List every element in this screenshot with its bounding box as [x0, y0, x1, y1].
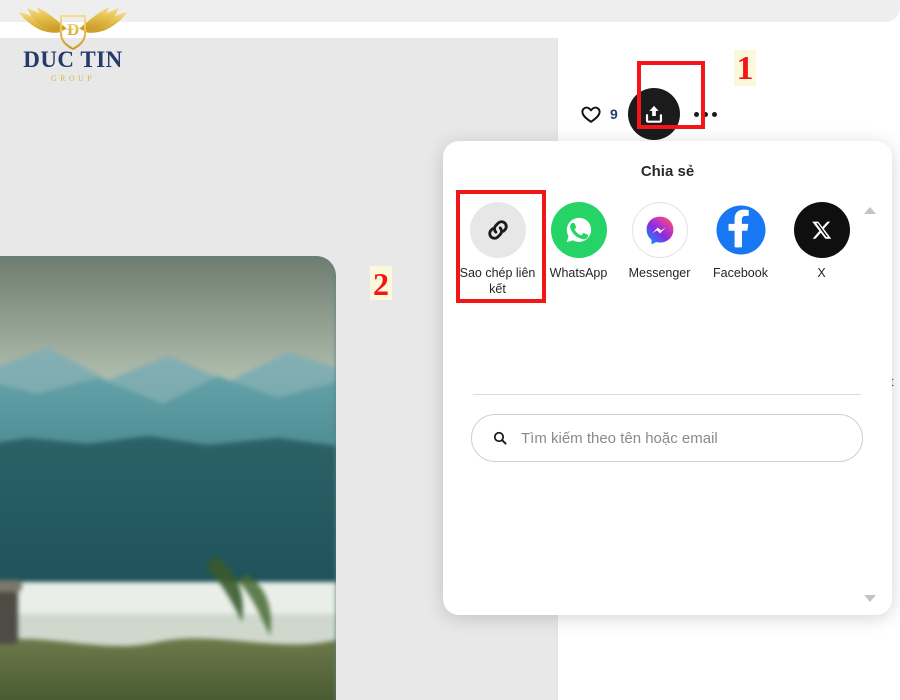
more-dot — [693, 111, 699, 117]
share-target-x[interactable]: X — [781, 194, 862, 297]
share-upload-icon — [645, 105, 662, 123]
share-target-label: WhatsApp — [549, 266, 608, 280]
more-dot — [711, 111, 717, 117]
post-photo-card[interactable] — [0, 256, 336, 700]
share-target-label: Sao chép liên kết — [459, 266, 536, 296]
link-chain-icon — [469, 202, 526, 258]
messenger-icon — [631, 202, 688, 258]
brand-name: DUC TIN — [23, 47, 123, 72]
svg-text:Ð: Ð — [67, 20, 79, 39]
x-twitter-icon — [793, 202, 850, 258]
share-targets-grid: Sao chép liên kết WhatsApp Messenger Fac… — [443, 180, 892, 297]
share-target-label: X — [817, 266, 826, 280]
app-root: Ð DUC TIN GROUP t 9 Chia sẻ — [0, 0, 900, 700]
brand-logo[interactable]: Ð DUC TIN GROUP — [8, 6, 138, 86]
post-action-row: 9 — [580, 88, 717, 140]
share-dialog: Chia sẻ Sao chép liên kết WhatsApp Messe… — [443, 141, 892, 615]
whatsapp-icon — [550, 202, 607, 258]
share-target-copy-link[interactable]: Sao chép liên kết — [457, 194, 538, 297]
share-target-facebook[interactable]: Facebook — [700, 194, 781, 297]
search-icon — [493, 431, 507, 445]
share-dialog-title: Chia sẻ — [640, 163, 695, 180]
share-search-field[interactable] — [471, 414, 863, 462]
triangle-down-icon[interactable] — [864, 595, 876, 602]
dialog-divider — [473, 394, 861, 395]
facebook-icon — [712, 202, 769, 258]
triangle-up-icon[interactable] — [864, 207, 876, 214]
share-target-whatsapp[interactable]: WhatsApp — [538, 194, 619, 297]
heart-outline-icon[interactable] — [580, 103, 602, 125]
like-count: 9 — [610, 106, 618, 122]
share-button[interactable] — [627, 88, 680, 140]
share-target-label: Messenger — [628, 266, 691, 280]
more-options-button[interactable] — [693, 111, 717, 117]
annotation-number-2: 2 — [370, 266, 392, 300]
brand-tagline: GROUP — [50, 74, 96, 83]
search-input[interactable] — [521, 429, 842, 447]
more-dot — [702, 111, 708, 117]
landscape-photo — [0, 256, 336, 700]
golden-wings-emblem-icon: Ð — [19, 7, 127, 50]
share-target-label: Facebook — [713, 266, 768, 280]
share-target-messenger[interactable]: Messenger — [619, 194, 700, 297]
annotation-number-1: 1 — [734, 50, 756, 86]
